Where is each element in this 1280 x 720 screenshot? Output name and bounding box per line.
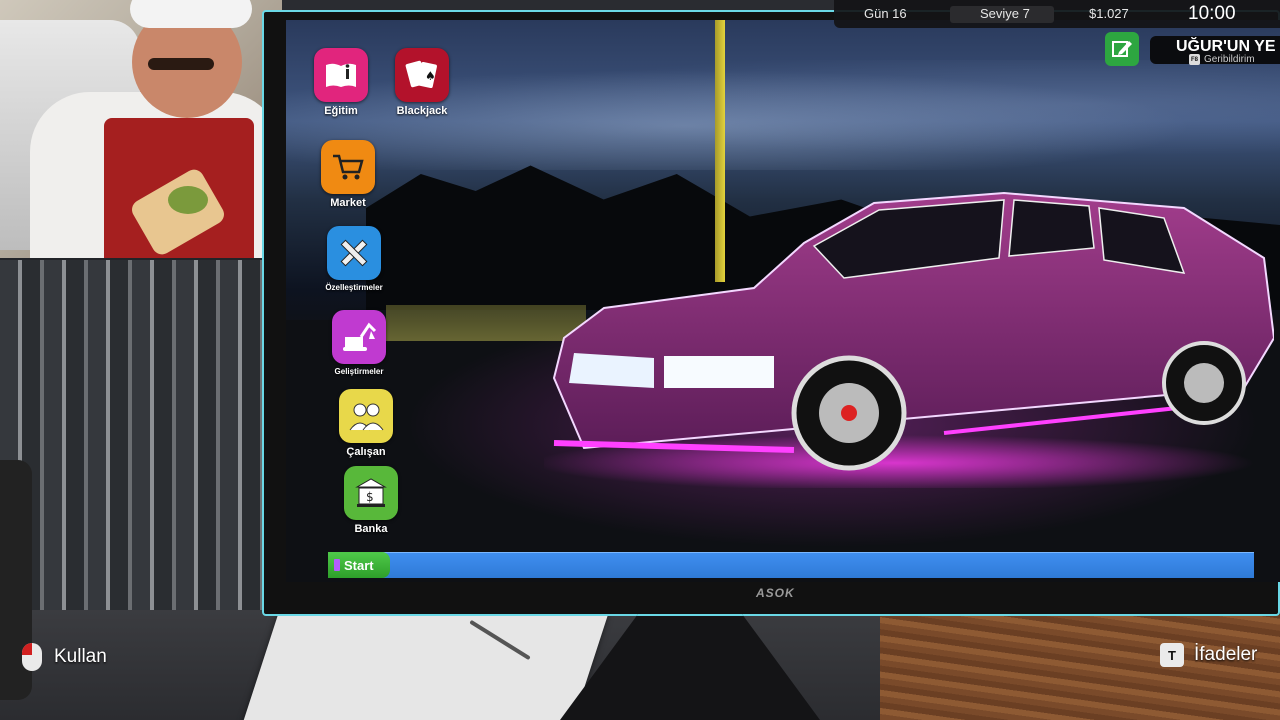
start-button[interactable]: Start bbox=[328, 552, 390, 578]
start-label: Start bbox=[344, 557, 374, 573]
bank-icon: $ bbox=[344, 466, 398, 520]
money-display: $1.027 bbox=[1089, 6, 1129, 21]
expressions-prompt[interactable]: T İfadeler bbox=[1160, 643, 1257, 667]
desktop-icon-market[interactable]: Market bbox=[308, 140, 388, 209]
use-label: Kullan bbox=[54, 646, 107, 667]
monitor-brand-logo: ASOK bbox=[756, 586, 795, 600]
desktop-icon-blackjack[interactable]: ♠ Blackjack bbox=[382, 48, 462, 117]
desktop-icon-ozellestirmeler[interactable]: Özelleştirmeler bbox=[314, 226, 394, 292]
wallpaper-car bbox=[544, 191, 1274, 488]
feedback-pencil-icon[interactable] bbox=[1105, 32, 1139, 66]
desktop-icon-label: Özelleştirmeler bbox=[325, 283, 383, 292]
shopping-cart-icon bbox=[321, 140, 375, 194]
use-prompt[interactable]: Kullan bbox=[22, 643, 107, 671]
desktop-icon-label: Çalışan bbox=[346, 446, 386, 458]
desktop-icon-label: Geliştirmeler bbox=[334, 367, 384, 376]
t-key-icon: T bbox=[1160, 643, 1184, 667]
feedback-label[interactable]: Geribildirim bbox=[1204, 54, 1255, 65]
desktop-icon-gelistirmeler[interactable]: Geliştirmeler bbox=[319, 310, 399, 376]
svg-text:$: $ bbox=[366, 490, 374, 504]
notepad bbox=[242, 615, 608, 720]
pencil-ruler-icon bbox=[327, 226, 381, 280]
desktop-icon-egitim[interactable]: Eğitim bbox=[301, 48, 381, 117]
desktop-icon-label: Market bbox=[330, 197, 366, 209]
desktop-icon-label: Blackjack bbox=[396, 105, 448, 117]
employees-icon bbox=[339, 389, 393, 443]
desktop-icon-calisan[interactable]: Çalışan bbox=[326, 389, 406, 458]
book-info-icon bbox=[314, 48, 368, 102]
playing-cards-icon: ♠ bbox=[395, 48, 449, 102]
day-counter: Gün 16 bbox=[864, 6, 907, 21]
f8-key-icon: F8 bbox=[1189, 54, 1200, 65]
excavator-icon bbox=[332, 310, 386, 364]
expressions-label: İfadeler bbox=[1194, 644, 1258, 665]
desktop-icon-banka[interactable]: $ Banka bbox=[331, 466, 411, 535]
clock-time: 10:00 bbox=[1188, 3, 1236, 24]
desktop-icon-label: Banka bbox=[354, 523, 388, 535]
svg-text:♠: ♠ bbox=[425, 69, 436, 83]
level-label: Seviye 7 bbox=[980, 6, 1030, 21]
start-flag-icon bbox=[334, 559, 340, 571]
mouse-left-click-icon bbox=[22, 643, 42, 671]
desktop-icon-label: Eğitim bbox=[324, 105, 358, 117]
desk-wood-surface bbox=[880, 615, 1280, 720]
taskbar bbox=[328, 552, 1254, 578]
chef-poster bbox=[0, 0, 282, 258]
